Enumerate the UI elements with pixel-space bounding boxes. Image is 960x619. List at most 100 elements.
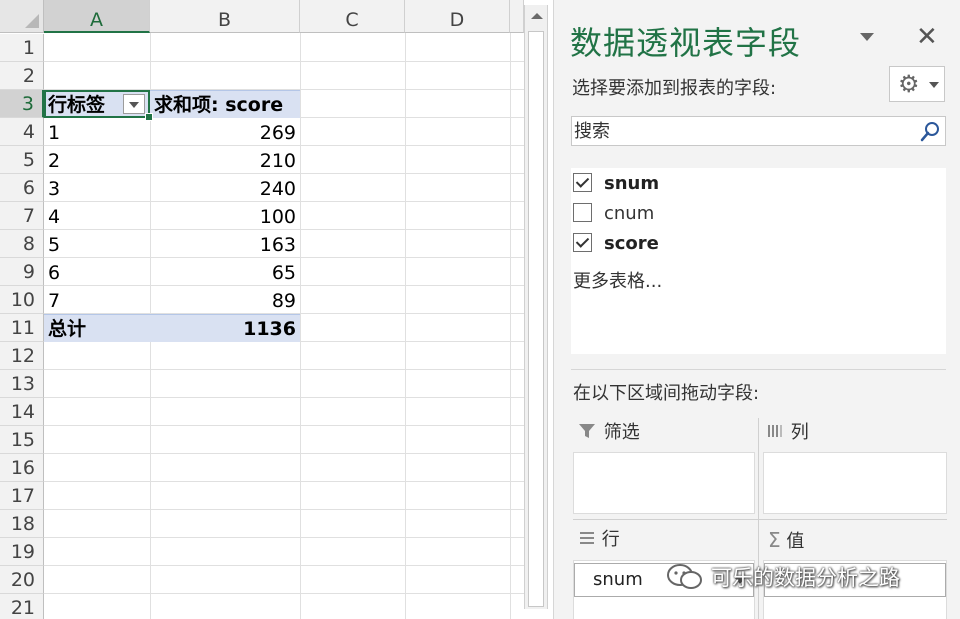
pivot-row-label[interactable]: 3 — [44, 174, 150, 202]
pivot-row-value[interactable]: 89 — [150, 286, 300, 314]
choose-fields-label: 选择要添加到报表的字段: — [572, 78, 777, 99]
gridline-horizontal — [44, 537, 524, 538]
gridline-horizontal — [44, 593, 524, 594]
row-header-18[interactable]: 18 — [0, 510, 44, 538]
row-header-17[interactable]: 17 — [0, 482, 44, 510]
row-header-19[interactable]: 19 — [0, 538, 44, 566]
row-header-3[interactable]: 3 — [0, 90, 44, 118]
rows-field-label: snum — [593, 569, 643, 590]
gridline-horizontal — [44, 509, 524, 510]
grand-total-value[interactable]: 1136 — [150, 314, 300, 342]
row-header-15[interactable]: 15 — [0, 426, 44, 454]
field-checkbox-cnum[interactable] — [573, 203, 592, 222]
values-area-header: Σ 值 — [768, 525, 804, 555]
row-header-8[interactable]: 8 — [0, 230, 44, 258]
column-header-filler — [510, 0, 524, 33]
rows-area-label: 行 — [601, 529, 620, 550]
column-header-c[interactable]: C — [300, 0, 405, 33]
search-box[interactable] — [571, 116, 946, 146]
pivot-row-label[interactable]: 1 — [44, 118, 150, 146]
filter-icon — [579, 424, 595, 438]
gridline-vertical — [510, 33, 511, 619]
panel-options-chevron-down-icon[interactable] — [860, 33, 874, 41]
pivot-row-label[interactable]: 6 — [44, 258, 150, 286]
filters-drop-area[interactable] — [573, 452, 755, 514]
pivot-fields-panel: 数据透视表字段 ✕ 选择要添加到报表的字段: ⚙ snum cnum score… — [553, 0, 960, 619]
search-icon[interactable] — [919, 121, 941, 143]
gridline-horizontal — [44, 369, 524, 370]
vertical-scrollbar[interactable] — [524, 5, 548, 609]
pivot-row-value[interactable]: 163 — [150, 230, 300, 258]
row-header-10[interactable]: 10 — [0, 286, 44, 314]
field-checkbox-snum[interactable] — [573, 173, 592, 192]
pivot-row-value[interactable]: 240 — [150, 174, 300, 202]
pivot-row-label[interactable]: 7 — [44, 286, 150, 314]
fill-handle[interactable] — [145, 113, 153, 121]
select-all-corner[interactable] — [0, 0, 44, 33]
pivot-row-label[interactable]: 4 — [44, 202, 150, 230]
gridline-vertical — [300, 33, 301, 619]
field-checkbox-score[interactable] — [573, 233, 592, 252]
pivot-row-value[interactable]: 269 — [150, 118, 300, 146]
values-area-label: 值 — [786, 531, 805, 552]
search-input[interactable] — [574, 119, 914, 143]
watermark: 可乐的数据分析之路 — [665, 562, 900, 592]
tools-button[interactable]: ⚙ — [889, 66, 945, 102]
chevron-down-icon — [929, 82, 939, 88]
columns-area-label: 列 — [790, 422, 809, 443]
row-header-6[interactable]: 6 — [0, 174, 44, 202]
active-cell-selection — [44, 90, 153, 121]
rows-area-header: 行 — [578, 525, 620, 555]
area-horizontal-divider — [573, 519, 947, 520]
columns-area-header: 列 — [767, 418, 809, 448]
pivot-row-label[interactable]: 2 — [44, 146, 150, 174]
field-label-cnum: cnum — [604, 203, 655, 224]
gridline-horizontal — [44, 397, 524, 398]
column-header-a[interactable]: A — [44, 0, 150, 33]
sigma-icon: Σ — [768, 528, 781, 552]
pivot-row-value[interactable]: 210 — [150, 146, 300, 174]
field-list: snum cnum score 更多表格... — [571, 168, 946, 354]
columns-icon — [768, 425, 782, 437]
row-header-13[interactable]: 13 — [0, 370, 44, 398]
panel-divider — [571, 369, 946, 370]
row-header-11[interactable]: 11 — [0, 314, 44, 342]
gridline-horizontal — [44, 453, 524, 454]
pivot-row-label[interactable]: 5 — [44, 230, 150, 258]
filters-area-header: 筛选 — [578, 418, 640, 448]
row-header-4[interactable]: 4 — [0, 118, 44, 146]
spreadsheet-grid[interactable]: ABCD 1 2 3 4 5 6 7 8 9 10 11 12 13 14 15 16 17 18 19 20 21 行… — [0, 0, 524, 619]
pivot-row-value[interactable]: 65 — [150, 258, 300, 286]
columns-drop-area[interactable] — [763, 452, 947, 514]
column-header-d[interactable]: D — [405, 0, 510, 33]
wechat-bubble-icon — [667, 564, 702, 589]
gear-icon: ⚙ — [898, 70, 920, 98]
watermark-text: 可乐的数据分析之路 — [711, 566, 900, 590]
grand-total-label[interactable]: 总计 — [44, 314, 150, 342]
row-header-21[interactable]: 21 — [0, 594, 44, 619]
row-header-9[interactable]: 9 — [0, 258, 44, 286]
row-header-7[interactable]: 7 — [0, 202, 44, 230]
filters-area-label: 筛选 — [603, 422, 640, 443]
close-icon[interactable]: ✕ — [916, 20, 938, 54]
value-field-header[interactable]: 求和项: score — [150, 90, 300, 118]
row-header-2[interactable]: 2 — [0, 62, 44, 90]
gridline-horizontal — [44, 481, 524, 482]
row-header-20[interactable]: 20 — [0, 566, 44, 594]
row-header-16[interactable]: 16 — [0, 454, 44, 482]
more-tables-link[interactable]: 更多表格... — [573, 267, 662, 293]
rows-icon — [580, 532, 594, 544]
field-label-score: score — [604, 233, 659, 254]
row-header-12[interactable]: 12 — [0, 342, 44, 370]
gridline-horizontal — [44, 61, 524, 62]
row-header-5[interactable]: 5 — [0, 146, 44, 174]
gridline-vertical — [405, 33, 406, 619]
scroll-up-arrow-icon[interactable] — [531, 13, 543, 19]
pivot-row-value[interactable]: 100 — [150, 202, 300, 230]
row-header-14[interactable]: 14 — [0, 398, 44, 426]
gridline-horizontal — [44, 425, 524, 426]
scrollbar-thumb[interactable] — [528, 31, 544, 607]
row-header-1[interactable]: 1 — [0, 34, 44, 62]
column-header-b[interactable]: B — [150, 0, 300, 33]
gridline-horizontal — [44, 565, 524, 566]
